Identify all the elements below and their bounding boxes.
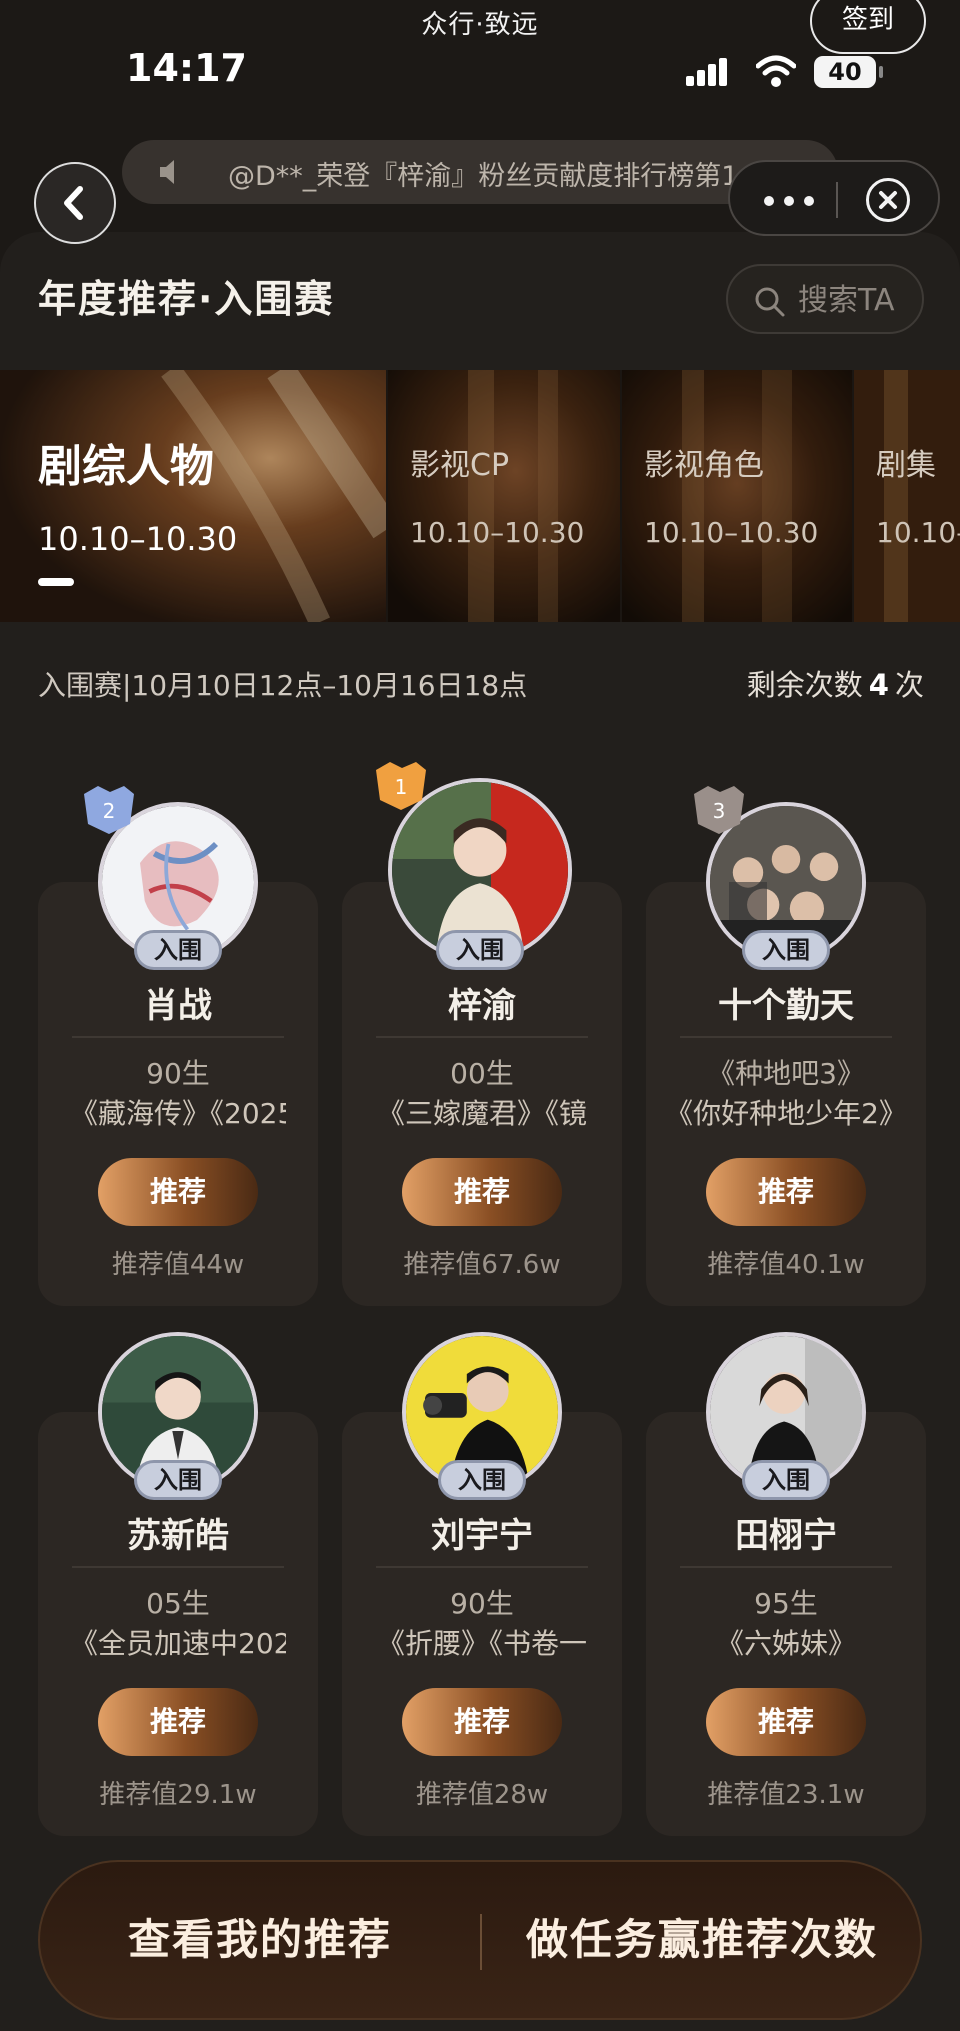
candidate-birth: 90生 bbox=[146, 1057, 210, 1090]
recommend-button[interactable]: 推荐 bbox=[706, 1688, 866, 1756]
recommend-button[interactable]: 推荐 bbox=[98, 1688, 258, 1756]
candidate-name: 十个勤天 bbox=[718, 986, 854, 1026]
card-divider bbox=[376, 1036, 588, 1038]
status-time: 14:17 bbox=[126, 46, 247, 90]
search-input[interactable] bbox=[798, 280, 918, 320]
speaker-icon bbox=[160, 160, 174, 184]
search-icon bbox=[755, 287, 785, 317]
recommend-button[interactable]: 推荐 bbox=[402, 1158, 562, 1226]
candidate-name: 苏新皓 bbox=[127, 1516, 229, 1556]
wifi-icon bbox=[756, 55, 796, 87]
remaining-votes: 剩余次数 4 次 bbox=[747, 662, 924, 704]
tab-film-cp[interactable]: 影视CP 10.10–10.30 bbox=[388, 370, 620, 622]
candidate-works-line1: 《种地吧3》 bbox=[707, 1057, 865, 1090]
card-divider bbox=[376, 1566, 588, 1568]
rank-3-badge: 3 bbox=[694, 786, 744, 834]
card-divider bbox=[72, 1036, 284, 1038]
remaining-unit: 次 bbox=[894, 668, 924, 702]
recommend-value: 推荐值40.1w bbox=[707, 1250, 865, 1280]
candidate-birth: 95生 bbox=[754, 1587, 818, 1620]
remaining-label: 剩余次数 bbox=[746, 668, 863, 702]
contest-period: 入围赛|10月10日12点–10月16日18点 bbox=[38, 669, 528, 702]
recommend-value: 推荐值67.6w bbox=[403, 1250, 561, 1280]
candidate-works: 《全员加速中2025 bbox=[70, 1627, 286, 1660]
finalist-badge: 入围 bbox=[742, 930, 830, 970]
finalist-badge: 入围 bbox=[134, 1460, 222, 1500]
rank-1-badge: 1 bbox=[376, 762, 426, 810]
page-title: 年度推荐·入围赛 bbox=[38, 277, 335, 321]
tab-drama-variety-people[interactable]: 剧综人物 10.10–10.30 bbox=[0, 370, 386, 622]
candidate-birth: 90生 bbox=[450, 1587, 514, 1620]
chevron-left-icon bbox=[64, 186, 83, 220]
candidate-name: 肖战 bbox=[144, 986, 212, 1026]
tab-background bbox=[854, 370, 960, 622]
tab-dates: 10.10– bbox=[876, 516, 960, 549]
candidate-birth: 05生 bbox=[146, 1587, 210, 1620]
candidate-name: 田栩宁 bbox=[735, 1516, 837, 1556]
tab-dates: 10.10–10.30 bbox=[410, 516, 585, 549]
candidate-works: 《三嫁魔君》《镜 bbox=[376, 1097, 587, 1130]
notice-text: @D**_荣登『梓渝』粉丝贡献度排行榜第1 bbox=[228, 161, 739, 192]
bottom-action-bar: 查看我的推荐 做任务赢推荐次数 bbox=[38, 1860, 922, 2020]
candidate-birth: 00生 bbox=[450, 1057, 514, 1090]
tab-name: 剧集 bbox=[876, 448, 936, 483]
checkin-button[interactable]: 签到 bbox=[810, 0, 926, 54]
candidate-name: 刘宇宁 bbox=[431, 1516, 533, 1556]
candidate-name: 梓渝 bbox=[448, 986, 516, 1026]
search-box[interactable] bbox=[726, 264, 924, 334]
recommend-button[interactable]: 推荐 bbox=[706, 1158, 866, 1226]
recommend-value: 推荐值23.1w bbox=[707, 1780, 865, 1810]
recommend-button[interactable]: 推荐 bbox=[98, 1158, 258, 1226]
tab-film-role[interactable]: 影视角色 10.10–10.30 bbox=[622, 370, 852, 622]
tab-background bbox=[622, 370, 852, 622]
battery-indicator: 40 bbox=[814, 56, 883, 88]
recommend-value: 推荐值29.1w bbox=[99, 1780, 257, 1810]
rank-2-badge: 2 bbox=[84, 786, 134, 834]
tab-series[interactable]: 剧集 10.10– bbox=[854, 370, 960, 622]
tab-dates: 10.10–10.30 bbox=[644, 516, 819, 549]
candidate-works: 《折腰》《书卷一 bbox=[376, 1627, 587, 1660]
recommend-value: 推荐值44w bbox=[111, 1250, 245, 1280]
mini-program-capsule bbox=[728, 160, 940, 236]
tab-dates: 10.10–10.30 bbox=[38, 520, 238, 558]
candidate-works: 《六姊妹》 bbox=[715, 1627, 856, 1660]
earn-votes-button[interactable]: 做任务赢推荐次数 bbox=[482, 1862, 922, 2018]
tab-background bbox=[388, 370, 620, 622]
rank-number: 1 bbox=[395, 775, 408, 799]
finalist-badge: 入围 bbox=[742, 1460, 830, 1500]
remaining-count: 4 bbox=[868, 668, 889, 702]
candidate-works: 《你好种地少年2》 bbox=[665, 1097, 907, 1130]
finalist-badge: 入围 bbox=[436, 930, 524, 970]
rank-number: 2 bbox=[103, 799, 116, 823]
category-tabs: 剧综人物 10.10–10.30 影视CP 10.10–10.30 影视角色 1… bbox=[0, 370, 960, 622]
more-icon[interactable] bbox=[764, 196, 814, 206]
back-button[interactable] bbox=[34, 162, 116, 244]
capsule-divider bbox=[836, 182, 838, 218]
finalist-badge: 入围 bbox=[438, 1460, 526, 1500]
recommend-value: 推荐值28w bbox=[415, 1780, 549, 1810]
cellular-signal-icon bbox=[686, 58, 728, 86]
tab-name: 影视角色 bbox=[644, 448, 764, 483]
active-tab-indicator bbox=[38, 578, 74, 586]
candidate-works: 《藏海传》《2025 bbox=[70, 1097, 286, 1130]
card-divider bbox=[680, 1036, 892, 1038]
tab-name: 影视CP bbox=[410, 448, 510, 483]
close-icon[interactable] bbox=[866, 178, 910, 222]
rank-number: 3 bbox=[713, 799, 726, 823]
card-divider bbox=[72, 1566, 284, 1568]
card-divider bbox=[680, 1566, 892, 1568]
recommend-button[interactable]: 推荐 bbox=[402, 1688, 562, 1756]
finalist-badge: 入围 bbox=[134, 930, 222, 970]
my-recommendations-button[interactable]: 查看我的推荐 bbox=[40, 1862, 480, 2018]
tab-name: 剧综人物 bbox=[38, 441, 214, 492]
